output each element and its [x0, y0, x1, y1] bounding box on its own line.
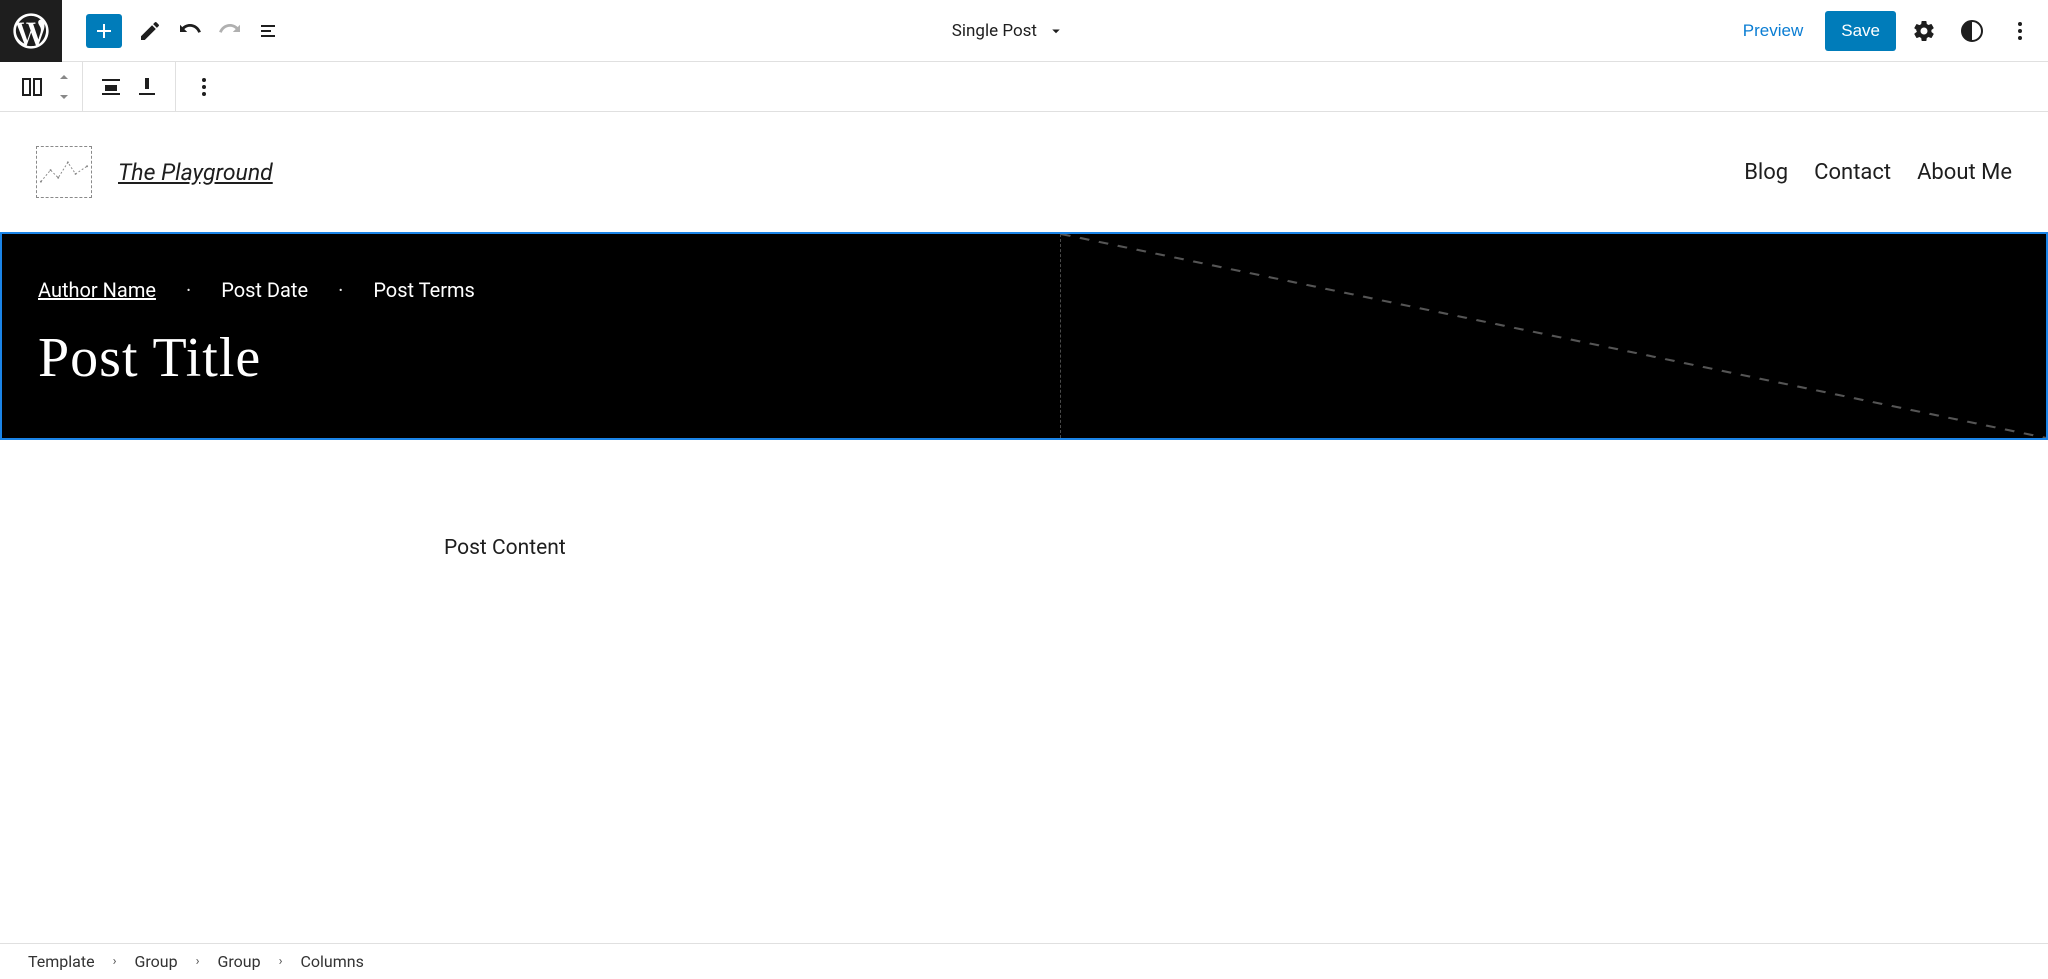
nav-item-contact[interactable]: Contact [1814, 160, 1891, 185]
nav-item-blog[interactable]: Blog [1744, 160, 1788, 185]
site-title[interactable]: The Playground [118, 159, 273, 186]
block-mover[interactable] [56, 72, 72, 102]
styles-button[interactable] [1952, 11, 1992, 51]
site-nav: Blog Contact About Me [1744, 160, 2012, 185]
selected-columns-block[interactable]: Author Name · Post Date · Post Terms Pos… [0, 232, 2048, 440]
column-right-image-placeholder[interactable] [1061, 234, 2047, 438]
post-content-area: Post Content [0, 440, 2048, 560]
crumb-separator: › [113, 954, 117, 969]
edit-tool-button[interactable] [132, 13, 168, 49]
pencil-icon [138, 19, 162, 43]
crumb-separator: › [196, 954, 200, 969]
crumb-columns[interactable]: Columns [301, 952, 364, 971]
undo-icon [178, 19, 202, 43]
meta-separator: · [338, 278, 343, 302]
redo-icon [218, 19, 242, 43]
columns-icon [20, 75, 44, 99]
block-type-columns-button[interactable] [14, 69, 50, 105]
document-title-text: Single Post [952, 21, 1037, 41]
site-logo-placeholder[interactable] [36, 146, 92, 198]
vertical-align-bottom-icon [135, 75, 159, 99]
block-more-button[interactable] [186, 69, 222, 105]
post-date[interactable]: Post Date [221, 278, 308, 302]
crumb-template[interactable]: Template [28, 952, 95, 971]
block-type-group [0, 62, 83, 111]
site-header: The Playground Blog Contact About Me [0, 112, 2048, 232]
vertical-align-button[interactable] [129, 69, 165, 105]
document-overview-button[interactable] [252, 13, 288, 49]
post-terms[interactable]: Post Terms [373, 278, 475, 302]
gear-icon [1912, 19, 1936, 43]
editor-canvas: The Playground Blog Contact About Me Aut… [0, 112, 2048, 620]
list-view-icon [258, 19, 282, 43]
meta-separator: · [186, 278, 191, 302]
post-meta-row: Author Name · Post Date · Post Terms [38, 278, 1024, 302]
wordpress-icon [13, 13, 49, 49]
more-vertical-icon [192, 75, 216, 99]
save-button[interactable]: Save [1825, 11, 1896, 51]
preview-button[interactable]: Preview [1729, 13, 1817, 49]
add-block-button[interactable] [86, 14, 122, 48]
column-left[interactable]: Author Name · Post Date · Post Terms Pos… [2, 234, 1061, 438]
plus-icon [92, 19, 116, 43]
more-options-button[interactable] [2000, 11, 2040, 51]
document-title[interactable]: Single Post [288, 21, 1729, 41]
wp-home-button[interactable] [0, 0, 62, 62]
more-vertical-icon [2008, 19, 2032, 43]
placeholder-chart-icon [37, 147, 91, 197]
redo-button[interactable] [212, 13, 248, 49]
align-full-icon [99, 75, 123, 99]
crumb-group[interactable]: Group [135, 952, 178, 971]
editor-top-bar: Single Post Preview Save [0, 0, 2048, 62]
block-toolbar [0, 62, 2048, 112]
image-placeholder-icon [1061, 234, 2047, 438]
nav-item-about[interactable]: About Me [1917, 160, 2012, 185]
top-right-tools: Preview Save [1729, 11, 2048, 51]
settings-button[interactable] [1904, 11, 1944, 51]
top-left-tools [62, 13, 288, 49]
site-header-left: The Playground [36, 146, 273, 198]
align-button[interactable] [93, 69, 129, 105]
post-title[interactable]: Post Title [38, 326, 1024, 390]
undo-button[interactable] [172, 13, 208, 49]
contrast-icon [1960, 19, 1984, 43]
chevron-down-icon [56, 92, 72, 102]
post-content[interactable]: Post Content [444, 536, 2048, 560]
block-breadcrumb: Template › Group › Group › Columns [0, 943, 2048, 979]
post-author[interactable]: Author Name [38, 278, 156, 302]
crumb-separator: › [279, 954, 283, 969]
crumb-group-2[interactable]: Group [218, 952, 261, 971]
alignment-group [83, 62, 176, 111]
block-more-group [176, 62, 232, 111]
chevron-down-icon [1047, 22, 1065, 40]
chevron-up-icon [56, 72, 72, 82]
